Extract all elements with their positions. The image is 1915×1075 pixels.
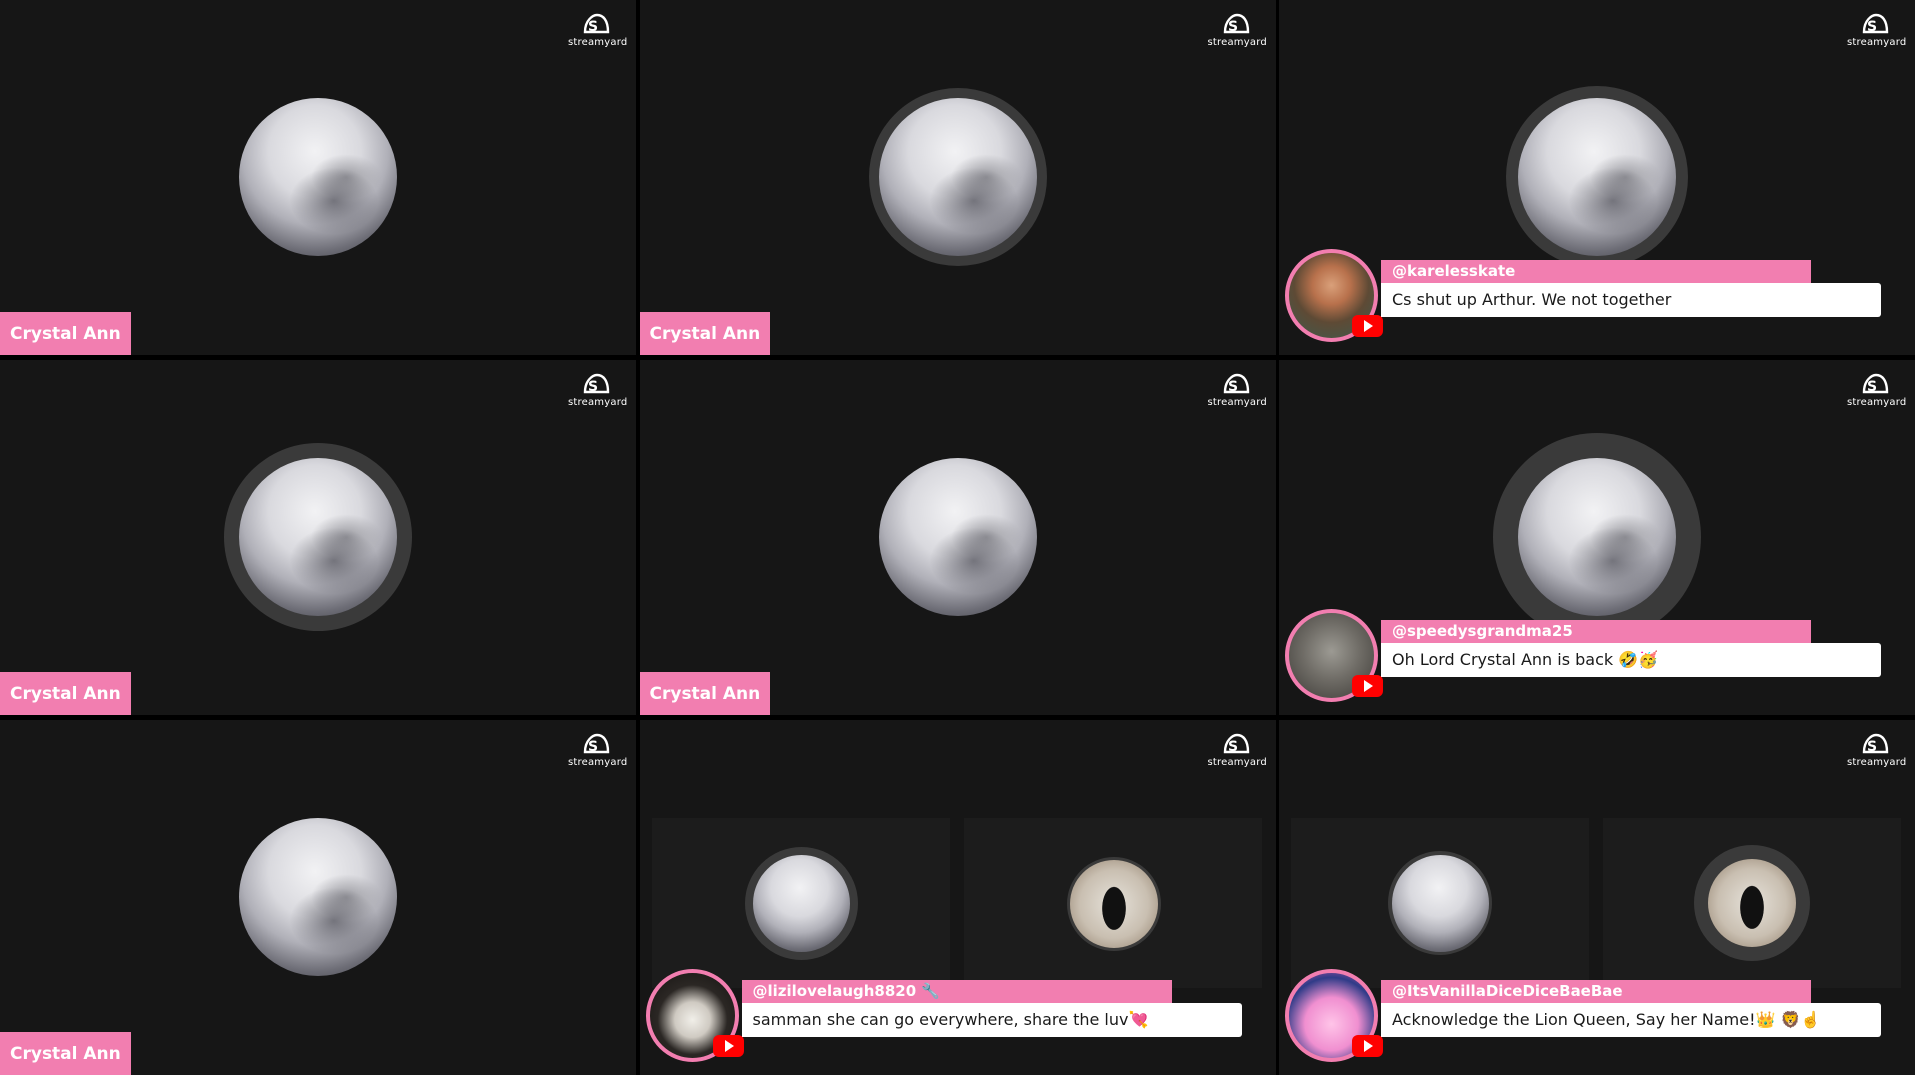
avatar-image bbox=[1518, 458, 1676, 616]
youtube-icon bbox=[712, 1035, 744, 1057]
streamyard-logo: S streamyard bbox=[1847, 12, 1907, 48]
streamyard-wordmark: streamyard bbox=[568, 757, 628, 768]
streamyard-logo: S streamyard bbox=[1847, 372, 1907, 408]
comment-username: @karelesskate bbox=[1381, 260, 1811, 283]
participant-avatar-speaking bbox=[744, 847, 858, 960]
comment-message: samman she can go everywhere, share the … bbox=[741, 1003, 1242, 1037]
svg-text:S: S bbox=[588, 19, 598, 35]
participant-avatar-speaking bbox=[1694, 845, 1810, 961]
streamyard-logo: S streamyard bbox=[1847, 732, 1907, 768]
streamyard-wordmark: streamyard bbox=[1847, 397, 1907, 408]
youtube-icon bbox=[1352, 315, 1383, 337]
video-tile: S streamyard Crystal Ann bbox=[639, 360, 1276, 715]
svg-text:S: S bbox=[1228, 739, 1238, 755]
name-tag: Crystal Ann bbox=[0, 312, 131, 355]
participant-sub-tile bbox=[963, 818, 1262, 988]
svg-text:S: S bbox=[588, 739, 598, 755]
youtube-icon bbox=[1352, 675, 1383, 697]
avatar-image bbox=[752, 855, 850, 952]
avatar-image bbox=[239, 818, 397, 976]
name-tag: Crystal Ann bbox=[639, 672, 771, 715]
youtube-icon bbox=[1352, 1035, 1383, 1057]
video-tile: S streamyard Crystal Ann bbox=[0, 360, 636, 715]
avatar-image bbox=[878, 98, 1037, 256]
streamyard-wordmark: streamyard bbox=[568, 37, 628, 48]
streamyard-logo: S streamyard bbox=[1207, 732, 1267, 768]
streamyard-icon: S bbox=[1862, 13, 1889, 35]
streamyard-icon: S bbox=[1223, 13, 1249, 35]
participant-avatar-speaking bbox=[1388, 851, 1492, 955]
svg-text:S: S bbox=[1228, 379, 1238, 395]
comment-message: Acknowledge the Lion Queen, Say her Name… bbox=[1381, 1003, 1881, 1037]
chat-comment-overlay: @speedysgrandma25 Oh Lord Crystal Ann is… bbox=[1285, 609, 1885, 709]
avatar-image bbox=[878, 458, 1037, 616]
comment-username: @ItsVanillaDiceDiceBaeBae bbox=[1381, 980, 1811, 1003]
avatar-image bbox=[239, 98, 397, 256]
streamyard-icon: S bbox=[583, 13, 610, 35]
streamyard-icon: S bbox=[1223, 373, 1249, 395]
video-tile: S streamyard @speedysgrandma25 Oh Lord C… bbox=[1279, 360, 1915, 715]
streamyard-icon: S bbox=[1862, 733, 1889, 755]
participant-sub-tile bbox=[1603, 818, 1901, 988]
streamyard-wordmark: streamyard bbox=[1847, 757, 1907, 768]
svg-text:S: S bbox=[1867, 19, 1877, 35]
streamyard-icon: S bbox=[583, 373, 610, 395]
name-tag: Crystal Ann bbox=[639, 312, 771, 355]
streamyard-wordmark: streamyard bbox=[1207, 37, 1267, 48]
comment-message: Cs shut up Arthur. We not together bbox=[1381, 283, 1881, 317]
streamyard-icon: S bbox=[583, 733, 610, 755]
streamyard-logo: S streamyard bbox=[568, 12, 628, 48]
participant-avatar bbox=[239, 98, 397, 256]
video-tile: S streamyard @lizilovelaugh8820 🔧 samman… bbox=[639, 720, 1276, 1075]
participant-avatar-speaking bbox=[224, 443, 412, 631]
svg-text:S: S bbox=[588, 379, 598, 395]
svg-text:S: S bbox=[1867, 739, 1877, 755]
participant-avatar bbox=[878, 458, 1037, 616]
video-grid: S streamyard Crystal Ann S streamyard Cr… bbox=[0, 0, 1915, 1075]
participant-avatar bbox=[239, 818, 397, 976]
participant-avatar-speaking bbox=[868, 88, 1047, 266]
streamyard-logo: S streamyard bbox=[568, 372, 628, 408]
name-tag: Crystal Ann bbox=[0, 672, 131, 715]
avatar-image bbox=[1708, 859, 1796, 947]
comment-username: @speedysgrandma25 bbox=[1381, 620, 1811, 643]
video-tile: S streamyard Crystal Ann bbox=[639, 0, 1276, 355]
participant-sub-tile bbox=[1291, 818, 1589, 988]
participant-sub-tile bbox=[651, 818, 950, 988]
streamyard-wordmark: streamyard bbox=[1207, 397, 1267, 408]
svg-text:S: S bbox=[1867, 379, 1877, 395]
video-tile: S streamyard Crystal Ann bbox=[0, 720, 636, 1075]
streamyard-icon: S bbox=[1223, 733, 1249, 755]
streamyard-wordmark: streamyard bbox=[1847, 37, 1907, 48]
participant-avatar-speaking bbox=[1506, 86, 1688, 268]
streamyard-logo: S streamyard bbox=[1207, 372, 1267, 408]
name-tag: Crystal Ann bbox=[0, 1032, 131, 1075]
streamyard-icon: S bbox=[1862, 373, 1889, 395]
svg-text:S: S bbox=[1228, 19, 1238, 35]
video-tile: S streamyard Crystal Ann bbox=[0, 0, 636, 355]
comment-username: @lizilovelaugh8820 🔧 bbox=[741, 980, 1172, 1003]
chat-comment-overlay: @ItsVanillaDiceDiceBaeBae Acknowledge th… bbox=[1285, 969, 1885, 1069]
participant-avatar bbox=[1066, 857, 1161, 951]
comment-message: Oh Lord Crystal Ann is back 🤣🥳 bbox=[1381, 643, 1881, 677]
streamyard-wordmark: streamyard bbox=[568, 397, 628, 408]
avatar-image bbox=[1518, 98, 1676, 256]
streamyard-logo: S streamyard bbox=[1207, 12, 1267, 48]
avatar-image bbox=[1069, 860, 1158, 948]
avatar-image bbox=[239, 458, 397, 616]
video-tile: S streamyard @ItsVanillaDiceDiceBaeBae A… bbox=[1279, 720, 1915, 1075]
streamyard-logo: S streamyard bbox=[568, 732, 628, 768]
chat-comment-overlay: @lizilovelaugh8820 🔧 samman she can go e… bbox=[645, 969, 1246, 1069]
chat-comment-overlay: @karelesskate Cs shut up Arthur. We not … bbox=[1285, 249, 1885, 349]
streamyard-wordmark: streamyard bbox=[1207, 757, 1267, 768]
avatar-image bbox=[1391, 854, 1489, 952]
video-tile: S streamyard @karelesskate Cs shut up Ar… bbox=[1279, 0, 1915, 355]
